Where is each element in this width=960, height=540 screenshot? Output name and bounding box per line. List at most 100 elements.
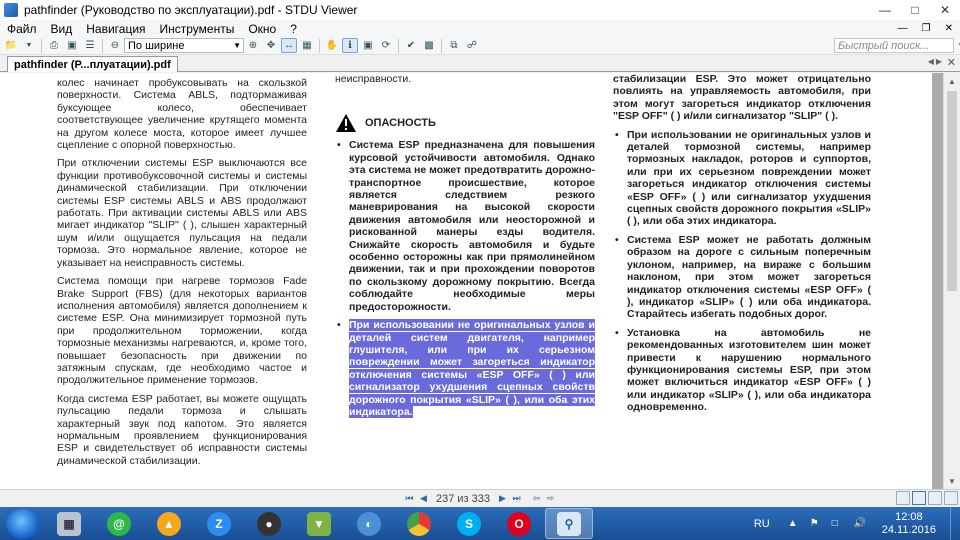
- save-icon[interactable]: ▣: [64, 38, 80, 53]
- paragraph: При отключении системы ESP выключаются в…: [57, 157, 307, 269]
- list-item: Установка на автомобиль не рекомендованн…: [613, 327, 871, 414]
- zapya-icon: Z: [207, 511, 231, 536]
- tab-bar: pathfinder (P...плуатации).pdf ◀▶ ✕: [0, 55, 960, 72]
- menu-file[interactable]: Файл: [0, 22, 44, 36]
- quick-search-input[interactable]: Быстрый поиск... ▼: [834, 38, 960, 53]
- taskbar-icq[interactable]: @: [95, 508, 143, 539]
- first-page-icon[interactable]: ⏮: [404, 493, 415, 505]
- clock-date: 24.11.2016: [881, 523, 936, 536]
- scrollbar-thumb[interactable]: [947, 91, 957, 291]
- fit-width-icon[interactable]: ↔: [281, 38, 297, 53]
- flag-icon[interactable]: ⚑: [810, 518, 824, 530]
- menu-window[interactable]: Окно: [241, 22, 283, 36]
- fit-page-icon[interactable]: ✥: [263, 38, 279, 53]
- view-mode-facing-continuous-icon[interactable]: [944, 491, 958, 505]
- back-icon[interactable]: ⇦: [531, 493, 542, 505]
- print-icon[interactable]: ⎙: [46, 38, 62, 53]
- dropdown-arrow-icon[interactable]: ▼: [21, 38, 37, 53]
- taskbar-zoom[interactable]: Z: [195, 508, 243, 539]
- list-item: Система ESP может не работать должным об…: [613, 234, 871, 321]
- menu-bar: Файл Вид Навигация Инструменты Окно ? — …: [0, 20, 960, 37]
- taskbar-yandex-browser[interactable]: ◐: [345, 508, 393, 539]
- clock-time: 12:08: [895, 510, 923, 523]
- language-indicator[interactable]: RU: [754, 518, 770, 530]
- taskbar-skype[interactable]: S: [445, 508, 493, 539]
- system-tray: RU ▲ ⚑ □ 🔊 12:08 24.11.2016: [754, 507, 960, 540]
- opera-icon: O: [507, 511, 531, 536]
- menu-close-doc-icon[interactable]: ✕: [938, 23, 960, 34]
- vertical-scrollbar[interactable]: ▲ ▼: [943, 73, 960, 489]
- zoom-in-icon[interactable]: ⊕: [245, 38, 261, 53]
- text-select-icon[interactable]: ℹ: [342, 38, 358, 53]
- actual-size-icon[interactable]: ▦: [299, 38, 315, 53]
- bookmark-icon[interactable]: ✔: [403, 38, 419, 53]
- paragraph: стабилизации ESP. Это может отрицательно…: [613, 73, 871, 123]
- menu-tools[interactable]: Инструменты: [153, 22, 242, 36]
- minimize-button[interactable]: —: [870, 0, 900, 20]
- taskbar-opera[interactable]: O: [495, 508, 543, 539]
- tab-scroll-arrows-icon[interactable]: ◀▶: [928, 57, 944, 66]
- copy-icon[interactable]: ⧉: [446, 38, 462, 53]
- taskbar-stdu-viewer[interactable]: ⚲: [545, 508, 593, 539]
- start-button[interactable]: [6, 508, 40, 539]
- aimp-icon: ▲: [157, 511, 181, 536]
- export-icon[interactable]: ☍: [464, 38, 480, 53]
- thumbnails-icon[interactable]: ▩: [421, 38, 437, 53]
- paragraph: Система помощи при нагреве тормозов Fade…: [57, 275, 307, 387]
- menu-restore-doc-icon[interactable]: ❐: [915, 23, 938, 34]
- close-button[interactable]: ✕: [930, 0, 960, 20]
- view-mode-facing-icon[interactable]: [928, 491, 942, 505]
- open-folder-icon[interactable]: 📁: [3, 38, 19, 53]
- selected-text[interactable]: При использовании не оригинальных узлов …: [349, 319, 595, 418]
- volume-icon[interactable]: 🔊: [854, 518, 868, 530]
- scroll-up-icon[interactable]: ▲: [944, 73, 960, 89]
- zoom-select[interactable]: По ширине ▼: [124, 38, 244, 53]
- skype-icon: S: [457, 511, 481, 536]
- document-tab[interactable]: pathfinder (P...плуатации).pdf: [7, 56, 178, 72]
- show-desktop-button[interactable]: [950, 507, 960, 540]
- window-title: pathfinder (Руководство по эксплуатации)…: [24, 3, 358, 17]
- hand-tool-icon[interactable]: ✋: [324, 38, 340, 53]
- network-icon[interactable]: □: [832, 518, 846, 530]
- snapshot-icon[interactable]: ▣: [360, 38, 376, 53]
- title-bar: pathfinder (Руководство по эксплуатации)…: [0, 0, 960, 20]
- warning-triangle-icon: [336, 114, 356, 133]
- menu-help[interactable]: ?: [283, 22, 304, 36]
- taskbar-android[interactable]: ▼: [295, 508, 343, 539]
- list-item: При использовании не оригинальных узлов …: [613, 129, 871, 228]
- tray-expand-icon[interactable]: ▲: [788, 518, 802, 530]
- chevron-down-icon: ▼: [233, 41, 241, 50]
- view-mode-single-icon[interactable]: [896, 491, 910, 505]
- last-page-icon[interactable]: ⏭: [511, 493, 522, 505]
- toolbar: 📁 ▼ ⎙ ▣ ☰ ⊖ По ширине ▼ ⊕ ✥ ↔ ▦ ✋ ℹ ▣ ⟳ …: [0, 37, 960, 55]
- at-sign-icon: @: [107, 511, 131, 536]
- status-bar: ⏮ ◀ 237 из 333 ▶ ⏭ ⇦ ⇨: [0, 489, 960, 507]
- chrome-icon: [407, 511, 431, 536]
- forward-icon[interactable]: ⇨: [545, 493, 556, 505]
- view-mode-continuous-icon[interactable]: [912, 491, 926, 505]
- tab-close-icon[interactable]: ✕: [947, 56, 956, 69]
- next-page-icon[interactable]: ▶: [497, 493, 508, 505]
- taskbar-aimp[interactable]: ▲: [145, 508, 193, 539]
- globe-icon: ◐: [357, 511, 381, 536]
- menu-minimize-doc-icon[interactable]: —: [891, 23, 915, 34]
- windows-taskbar: ▦ @ ▲ Z ● ▼ ◐ S O ⚲ RU ▲ ⚑ □ 🔊 12:08 24.…: [0, 507, 960, 540]
- pdf-page[interactable]: колес начинает пробуксовывать на скользк…: [0, 73, 932, 489]
- document-view[interactable]: колес начинает пробуксовывать на скользк…: [0, 73, 960, 489]
- maximize-button[interactable]: □: [900, 0, 930, 20]
- zoom-out-icon[interactable]: ⊖: [107, 38, 123, 53]
- menu-navigation[interactable]: Навигация: [79, 22, 152, 36]
- scroll-down-icon[interactable]: ▼: [944, 473, 960, 489]
- taskbar-chrome[interactable]: [395, 508, 443, 539]
- page-counter[interactable]: 237 из 333: [432, 493, 494, 505]
- properties-icon[interactable]: ☰: [82, 38, 98, 53]
- taskbar-audio[interactable]: ●: [245, 508, 293, 539]
- text-column-1: колес начинает пробуксовывать на скользк…: [57, 73, 307, 473]
- taskbar-calculator[interactable]: ▦: [45, 508, 93, 539]
- paragraph: неисправности.: [335, 73, 412, 85]
- calculator-icon: ▦: [57, 511, 81, 536]
- menu-view[interactable]: Вид: [44, 22, 80, 36]
- rotate-icon[interactable]: ⟳: [378, 38, 394, 53]
- prev-page-icon[interactable]: ◀: [418, 493, 429, 505]
- clock[interactable]: 12:08 24.11.2016: [882, 511, 936, 537]
